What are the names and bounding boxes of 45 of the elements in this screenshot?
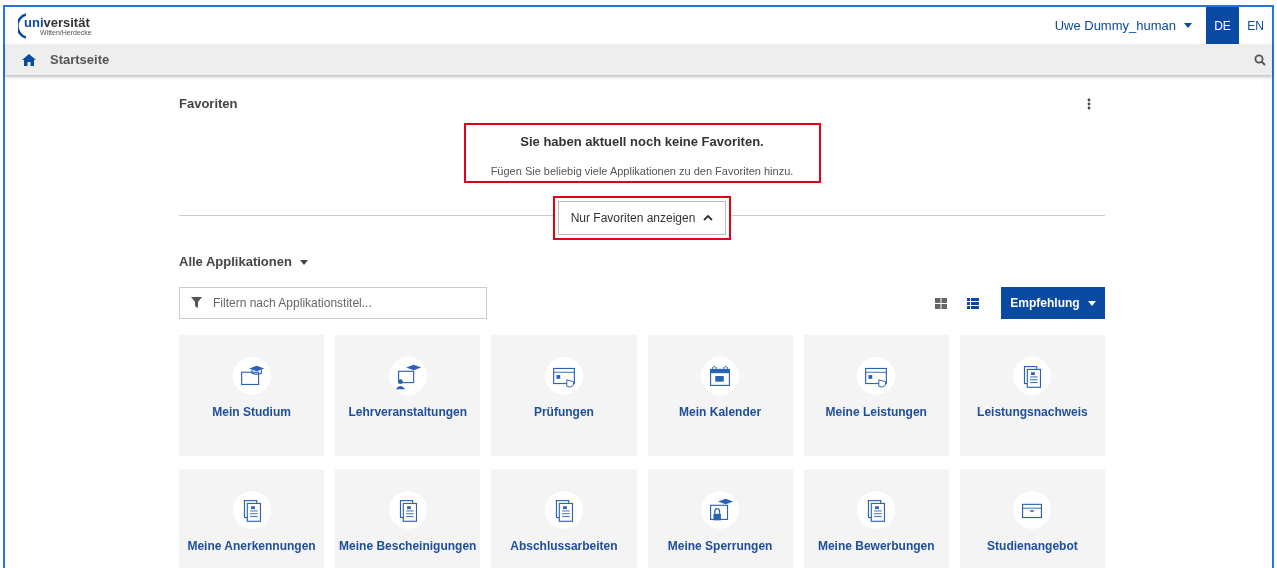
application-tile[interactable]: Meine Bescheinigungen	[335, 469, 481, 568]
application-tile[interactable]: Meine Sperrungen	[647, 469, 793, 568]
application-tile[interactable]: Abschlussarbeiten	[491, 469, 637, 568]
tile-label: Meine Anerkennungen	[187, 538, 316, 555]
filter-icon	[191, 297, 202, 308]
chevron-up-icon	[703, 215, 714, 221]
empty-state-title: Sie haben aktuell noch keine Favoriten.	[520, 133, 764, 151]
application-tile[interactable]: Mein Kalender	[647, 335, 793, 456]
tile-label: Leistungsnachweis	[977, 404, 1088, 421]
application-tile[interactable]: Meine Leistungen	[803, 335, 949, 456]
application-tile[interactable]: Studienangebot	[959, 469, 1105, 568]
tile-label: Meine Bewerbungen	[817, 538, 935, 555]
caret-icon	[1184, 23, 1192, 28]
home-icon[interactable]	[22, 53, 36, 66]
more-options-icon[interactable]	[1087, 98, 1091, 110]
logo-arc-icon	[18, 11, 26, 40]
language-button[interactable]: DE	[1206, 7, 1239, 44]
application-tile[interactable]: Prüfungen	[491, 335, 637, 456]
tile-label: Abschlussarbeiten	[510, 538, 618, 555]
application-tile[interactable]: Lehrveranstaltungen	[335, 335, 481, 456]
tile-label: Prüfungen	[533, 404, 594, 421]
sort-dropdown-button[interactable]: Empfehlung	[1001, 287, 1105, 319]
tile-label: Mein Studium	[212, 404, 291, 421]
application-tile[interactable]: Meine Anerkennungen	[179, 469, 325, 568]
section-title: Favoriten	[179, 95, 238, 114]
breadcrumb-link[interactable]: Startseite	[50, 49, 110, 70]
tile-label: Meine Sperrungen	[667, 538, 773, 555]
application-tile[interactable]: Leistungsnachweis	[959, 335, 1105, 456]
filter-field[interactable]: Filtern nach Applikationstitel...	[179, 287, 487, 319]
tile-label: Meine Bescheinigungen	[339, 538, 477, 555]
list-view-icon[interactable]	[967, 297, 979, 309]
section-dropdown[interactable]: Alle Applikationen	[179, 253, 308, 271]
caret-icon	[299, 259, 308, 265]
application-tile[interactable]: Meine Bewerbungen	[803, 469, 949, 568]
tile-label: Meine Leistungen	[825, 404, 927, 421]
grid-view-icon[interactable]	[935, 297, 947, 309]
user-menu[interactable]: Uwe Dummy_human	[1054, 15, 1192, 36]
caret-icon	[1087, 300, 1096, 306]
tile-label: Mein Kalender	[679, 404, 762, 421]
search-icon[interactable]	[1254, 53, 1266, 66]
tile-label: Lehrveranstaltungen	[348, 404, 468, 421]
tile-label: Studienangebot	[987, 538, 1078, 555]
empty-state-text: Fügen Sie beliebig viele Applikationen zu den Favoriten hinzu.	[490, 163, 794, 179]
application-tile[interactable]: Mein Studium	[179, 335, 325, 456]
favorites-toggle-button[interactable]: Nur Favoriten anzeigen	[558, 201, 726, 235]
